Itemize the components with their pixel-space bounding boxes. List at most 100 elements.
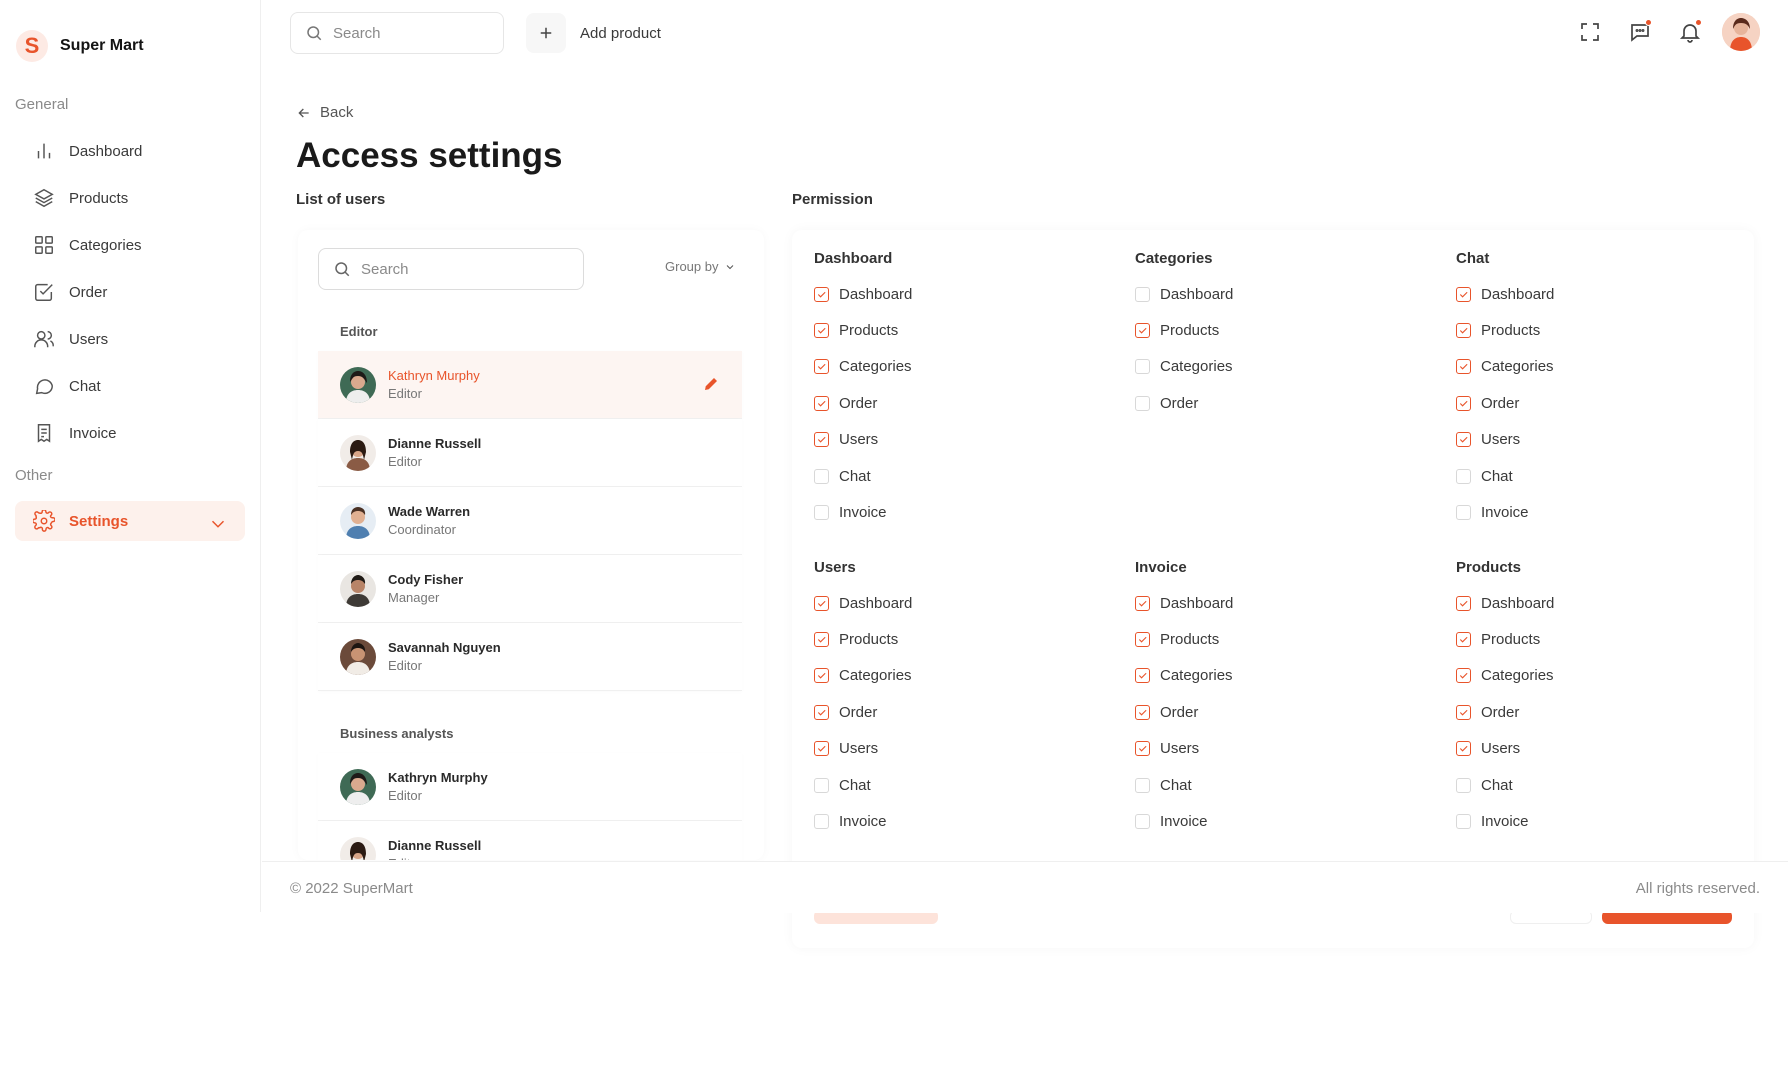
sidebar-item-products[interactable]: Products <box>15 178 245 218</box>
message-icon[interactable] <box>1628 19 1652 44</box>
sidebar-item-order[interactable]: Order <box>15 272 245 312</box>
checkbox-checked-icon[interactable] <box>1135 704 1150 720</box>
checkbox-checked-icon[interactable] <box>1456 595 1471 611</box>
checkbox-checked-icon[interactable] <box>1456 323 1471 339</box>
checkbox-unchecked-icon[interactable] <box>1456 468 1471 484</box>
permission-checkbox-order[interactable]: Order <box>1135 694 1435 730</box>
permission-checkbox-categories[interactable]: Categories <box>814 349 1114 385</box>
sidebar-item-settings[interactable]: Settings <box>15 501 245 541</box>
permission-checkbox-users[interactable]: Users <box>1456 731 1756 767</box>
chevron-down-icon[interactable] <box>207 513 229 535</box>
user-row[interactable]: Dianne Russell Editor <box>318 821 742 860</box>
permission-checkbox-dashboard[interactable]: Dashboard <box>814 585 1114 621</box>
topbar-search[interactable] <box>290 12 504 54</box>
pencil-icon[interactable] <box>702 375 720 393</box>
permission-checkbox-invoice[interactable]: Invoice <box>814 803 1114 839</box>
checkbox-checked-icon[interactable] <box>814 395 829 411</box>
permission-checkbox-categories[interactable]: Categories <box>814 658 1114 694</box>
permission-checkbox-products[interactable]: Products <box>1135 312 1435 348</box>
permission-checkbox-order[interactable]: Order <box>814 694 1114 730</box>
user-row[interactable]: Wade Warren Coordinator <box>318 487 742 555</box>
permission-checkbox-products[interactable]: Products <box>1456 621 1756 657</box>
permission-checkbox-chat[interactable]: Chat <box>814 767 1114 803</box>
checkbox-checked-icon[interactable] <box>814 432 829 448</box>
permission-checkbox-users[interactable]: Users <box>814 422 1114 458</box>
permission-checkbox-dashboard[interactable]: Dashboard <box>1135 276 1435 312</box>
checkbox-unchecked-icon[interactable] <box>1135 777 1150 793</box>
checkbox-unchecked-icon[interactable] <box>1456 777 1471 793</box>
sidebar-item-dashboard[interactable]: Dashboard <box>15 131 245 171</box>
permission-checkbox-invoice[interactable]: Invoice <box>814 494 1114 530</box>
checkbox-checked-icon[interactable] <box>1456 704 1471 720</box>
permission-checkbox-categories[interactable]: Categories <box>1135 349 1435 385</box>
permission-checkbox-dashboard[interactable]: Dashboard <box>1135 585 1435 621</box>
checkbox-checked-icon[interactable] <box>1135 595 1150 611</box>
checkbox-unchecked-icon[interactable] <box>814 777 829 793</box>
sidebar-item-chat[interactable]: Chat <box>15 366 245 406</box>
checkbox-unchecked-icon[interactable] <box>814 468 829 484</box>
checkbox-unchecked-icon[interactable] <box>1456 814 1471 830</box>
checkbox-unchecked-icon[interactable] <box>814 814 829 830</box>
permission-checkbox-categories[interactable]: Categories <box>1135 658 1435 694</box>
permission-checkbox-order[interactable]: Order <box>1456 694 1756 730</box>
permission-checkbox-chat[interactable]: Chat <box>814 458 1114 494</box>
checkbox-checked-icon[interactable] <box>1456 395 1471 411</box>
permission-checkbox-chat[interactable]: Chat <box>1456 767 1756 803</box>
permission-checkbox-categories[interactable]: Categories <box>1456 658 1756 694</box>
checkbox-checked-icon[interactable] <box>1135 632 1150 648</box>
permission-checkbox-order[interactable]: Order <box>814 385 1114 421</box>
user-row[interactable]: Cody Fisher Manager <box>318 555 742 623</box>
permission-checkbox-users[interactable]: Users <box>1456 422 1756 458</box>
permission-checkbox-chat[interactable]: Chat <box>1456 458 1756 494</box>
checkbox-checked-icon[interactable] <box>814 359 829 375</box>
checkbox-checked-icon[interactable] <box>814 741 829 757</box>
permission-checkbox-chat[interactable]: Chat <box>1135 767 1435 803</box>
permission-checkbox-dashboard[interactable]: Dashboard <box>1456 585 1756 621</box>
sidebar-item-invoice[interactable]: Invoice <box>15 413 245 453</box>
checkbox-checked-icon[interactable] <box>1135 668 1150 684</box>
checkbox-checked-icon[interactable] <box>1456 432 1471 448</box>
user-row[interactable]: Savannah Nguyen Editor <box>318 623 742 691</box>
users-search-input[interactable] <box>361 260 561 278</box>
sidebar-item-users[interactable]: Users <box>15 319 245 359</box>
permission-checkbox-products[interactable]: Products <box>814 312 1114 348</box>
bell-icon[interactable] <box>1678 19 1702 44</box>
permission-checkbox-invoice[interactable]: Invoice <box>1456 803 1756 839</box>
permission-checkbox-invoice[interactable]: Invoice <box>1135 803 1435 839</box>
user-row[interactable]: Kathryn Murphy Editor <box>318 753 742 821</box>
checkbox-checked-icon[interactable] <box>1456 286 1471 302</box>
checkbox-unchecked-icon[interactable] <box>814 505 829 521</box>
checkbox-checked-icon[interactable] <box>814 704 829 720</box>
checkbox-unchecked-icon[interactable] <box>1135 359 1150 375</box>
checkbox-checked-icon[interactable] <box>814 668 829 684</box>
checkbox-unchecked-icon[interactable] <box>1135 286 1150 302</box>
checkbox-unchecked-icon[interactable] <box>1135 395 1150 411</box>
checkbox-checked-icon[interactable] <box>814 595 829 611</box>
checkbox-checked-icon[interactable] <box>1456 359 1471 375</box>
permission-checkbox-dashboard[interactable]: Dashboard <box>814 276 1114 312</box>
checkbox-checked-icon[interactable] <box>1135 323 1150 339</box>
permission-checkbox-invoice[interactable]: Invoice <box>1456 494 1756 530</box>
permission-checkbox-users[interactable]: Users <box>1135 731 1435 767</box>
checkbox-checked-icon[interactable] <box>814 286 829 302</box>
back-link[interactable]: Back <box>296 104 353 121</box>
users-search[interactable] <box>318 248 584 290</box>
permission-checkbox-products[interactable]: Products <box>814 621 1114 657</box>
permission-checkbox-products[interactable]: Products <box>1135 621 1435 657</box>
permission-checkbox-users[interactable]: Users <box>814 731 1114 767</box>
checkbox-checked-icon[interactable] <box>1135 741 1150 757</box>
avatar[interactable] <box>1722 13 1760 51</box>
permission-checkbox-order[interactable]: Order <box>1135 385 1435 421</box>
permission-checkbox-order[interactable]: Order <box>1456 385 1756 421</box>
add-product-button[interactable]: Add product <box>526 12 661 54</box>
checkbox-checked-icon[interactable] <box>1456 668 1471 684</box>
group-by-dropdown[interactable]: Group by <box>665 259 736 274</box>
brand[interactable]: S Super Mart <box>16 30 144 62</box>
checkbox-unchecked-icon[interactable] <box>1456 505 1471 521</box>
checkbox-unchecked-icon[interactable] <box>1135 814 1150 830</box>
checkbox-checked-icon[interactable] <box>1456 741 1471 757</box>
checkbox-checked-icon[interactable] <box>814 323 829 339</box>
fullscreen-icon[interactable] <box>1578 20 1602 44</box>
checkbox-checked-icon[interactable] <box>1456 632 1471 648</box>
user-row[interactable]: Kathryn Murphy Editor <box>318 351 742 419</box>
